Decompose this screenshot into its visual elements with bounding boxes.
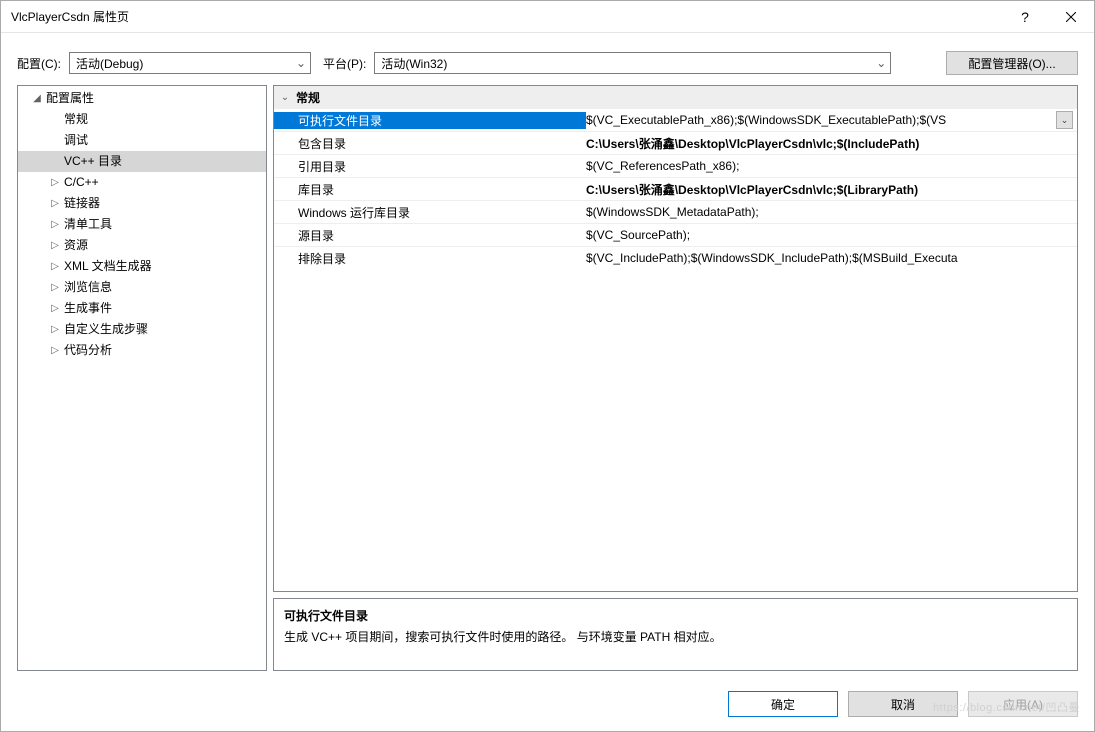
tree-item[interactable]: ▷XML 文档生成器 xyxy=(18,256,266,277)
tree-item-label: 调试 xyxy=(62,130,88,151)
tree-item-label: VC++ 目录 xyxy=(62,151,122,172)
config-dropdown[interactable]: 活动(Debug) ⌄ xyxy=(69,52,311,74)
property-value[interactable]: $(VC_IncludePath);$(WindowsSDK_IncludePa… xyxy=(586,251,1077,265)
property-row[interactable]: 排除目录$(VC_IncludePath);$(WindowsSDK_Inclu… xyxy=(274,246,1077,269)
expand-icon[interactable]: ▷ xyxy=(48,319,62,340)
expand-icon[interactable]: ▷ xyxy=(48,277,62,298)
property-name: 包含目录 xyxy=(274,135,586,152)
expand-icon[interactable]: ▷ xyxy=(48,214,62,235)
collapse-icon[interactable]: ◢ xyxy=(30,88,44,109)
tree-item-label: 浏览信息 xyxy=(62,277,112,298)
dialog-window: VlcPlayerCsdn 属性页 ? 配置(C): 活动(Debug) ⌄ 平… xyxy=(0,0,1095,732)
platform-label: 平台(P): xyxy=(323,55,366,72)
collapse-icon[interactable]: ⌄ xyxy=(278,92,292,103)
expand-icon[interactable]: ▷ xyxy=(48,172,62,193)
tree-item[interactable]: ▷自定义生成步骤 xyxy=(18,319,266,340)
expand-icon[interactable]: ▷ xyxy=(48,193,62,214)
tree-item-label: 清单工具 xyxy=(62,214,112,235)
property-value[interactable]: $(WindowsSDK_MetadataPath); xyxy=(586,205,1077,219)
tree-item-label: 链接器 xyxy=(62,193,100,214)
tree-item[interactable]: 常规 xyxy=(18,109,266,130)
apply-button[interactable]: 应用(A) xyxy=(968,691,1078,717)
tree-item[interactable]: ▷C/C++ xyxy=(18,172,266,193)
tree-item-label: 资源 xyxy=(62,235,88,256)
property-grid[interactable]: ⌄ 常规 可执行文件目录$(VC_ExecutablePath_x86);$(W… xyxy=(273,85,1078,592)
content-area: ◢ 配置属性 常规调试VC++ 目录▷C/C++▷链接器▷清单工具▷资源▷XML… xyxy=(1,85,1094,681)
property-value[interactable]: $(VC_ExecutablePath_x86);$(WindowsSDK_Ex… xyxy=(586,111,1077,129)
grid-section-header[interactable]: ⌄ 常规 xyxy=(274,86,1077,108)
tree-item[interactable]: ▷生成事件 xyxy=(18,298,266,319)
tree-item-label: 自定义生成步骤 xyxy=(62,319,148,340)
close-button[interactable] xyxy=(1048,1,1094,32)
dialog-footer: 确定 取消 应用(A) xyxy=(1,681,1094,731)
property-row[interactable]: 引用目录$(VC_ReferencesPath_x86); xyxy=(274,154,1077,177)
property-row[interactable]: Windows 运行库目录$(WindowsSDK_MetadataPath); xyxy=(274,200,1077,223)
property-row[interactable]: 库目录C:\Users\张涌鑫\Desktop\VlcPlayerCsdn\vl… xyxy=(274,177,1077,200)
description-panel: 可执行文件目录 生成 VC++ 项目期间，搜索可执行文件时使用的路径。 与环境变… xyxy=(273,598,1078,671)
tree-item[interactable]: ▷链接器 xyxy=(18,193,266,214)
property-dropdown-button[interactable]: ⌄ xyxy=(1056,111,1073,129)
property-name: 引用目录 xyxy=(274,158,586,175)
property-name: 可执行文件目录 xyxy=(274,112,586,129)
config-manager-button[interactable]: 配置管理器(O)... xyxy=(946,51,1078,75)
tree-panel[interactable]: ◢ 配置属性 常规调试VC++ 目录▷C/C++▷链接器▷清单工具▷资源▷XML… xyxy=(17,85,267,671)
platform-dropdown[interactable]: 活动(Win32) ⌄ xyxy=(374,52,891,74)
property-row[interactable]: 包含目录C:\Users\张涌鑫\Desktop\VlcPlayerCsdn\v… xyxy=(274,131,1077,154)
tree-item-label: 代码分析 xyxy=(62,340,112,361)
description-title: 可执行文件目录 xyxy=(284,607,1067,624)
tree-item[interactable]: ▷资源 xyxy=(18,235,266,256)
property-value[interactable]: $(VC_ReferencesPath_x86); xyxy=(586,159,1077,173)
chevron-down-icon: ⌄ xyxy=(296,56,306,70)
close-icon xyxy=(1066,12,1076,22)
config-label: 配置(C): xyxy=(17,55,61,72)
property-row[interactable]: 源目录$(VC_SourcePath); xyxy=(274,223,1077,246)
property-value[interactable]: $(VC_SourcePath); xyxy=(586,228,1077,242)
expand-icon[interactable]: ▷ xyxy=(48,340,62,361)
tree-item-label: 生成事件 xyxy=(62,298,112,319)
tree-item[interactable]: VC++ 目录 xyxy=(18,151,266,172)
tree-item[interactable]: ▷代码分析 xyxy=(18,340,266,361)
property-value[interactable]: C:\Users\张涌鑫\Desktop\VlcPlayerCsdn\vlc;$… xyxy=(586,181,1077,198)
platform-value: 活动(Win32) xyxy=(381,55,447,72)
expand-icon[interactable]: ▷ xyxy=(48,235,62,256)
tree-item-label: 常规 xyxy=(62,109,88,130)
property-value[interactable]: C:\Users\张涌鑫\Desktop\VlcPlayerCsdn\vlc;$… xyxy=(586,135,1077,152)
property-name: 库目录 xyxy=(274,181,586,198)
expand-icon[interactable]: ▷ xyxy=(48,298,62,319)
cancel-button[interactable]: 取消 xyxy=(848,691,958,717)
tree-item-label: XML 文档生成器 xyxy=(62,256,152,277)
titlebar: VlcPlayerCsdn 属性页 ? xyxy=(1,1,1094,33)
property-name: 排除目录 xyxy=(274,250,586,267)
config-value: 活动(Debug) xyxy=(76,55,143,72)
tree-root[interactable]: ◢ 配置属性 xyxy=(18,88,266,109)
toolbar: 配置(C): 活动(Debug) ⌄ 平台(P): 活动(Win32) ⌄ 配置… xyxy=(1,33,1094,85)
window-title: VlcPlayerCsdn 属性页 xyxy=(11,8,1002,25)
tree-item[interactable]: 调试 xyxy=(18,130,266,151)
property-row[interactable]: 可执行文件目录$(VC_ExecutablePath_x86);$(Window… xyxy=(274,108,1077,131)
property-name: 源目录 xyxy=(274,227,586,244)
help-button[interactable]: ? xyxy=(1002,1,1048,32)
ok-button[interactable]: 确定 xyxy=(728,691,838,717)
property-name: Windows 运行库目录 xyxy=(274,204,586,221)
chevron-down-icon: ⌄ xyxy=(876,56,886,70)
tree-item[interactable]: ▷清单工具 xyxy=(18,214,266,235)
tree-item[interactable]: ▷浏览信息 xyxy=(18,277,266,298)
right-panel: ⌄ 常规 可执行文件目录$(VC_ExecutablePath_x86);$(W… xyxy=(273,85,1078,671)
tree-item-label: C/C++ xyxy=(62,172,99,193)
expand-icon[interactable]: ▷ xyxy=(48,256,62,277)
description-body: 生成 VC++ 项目期间，搜索可执行文件时使用的路径。 与环境变量 PATH 相… xyxy=(284,628,1067,645)
config-tree: ◢ 配置属性 常规调试VC++ 目录▷C/C++▷链接器▷清单工具▷资源▷XML… xyxy=(18,88,266,361)
chevron-down-icon: ⌄ xyxy=(1061,115,1069,126)
